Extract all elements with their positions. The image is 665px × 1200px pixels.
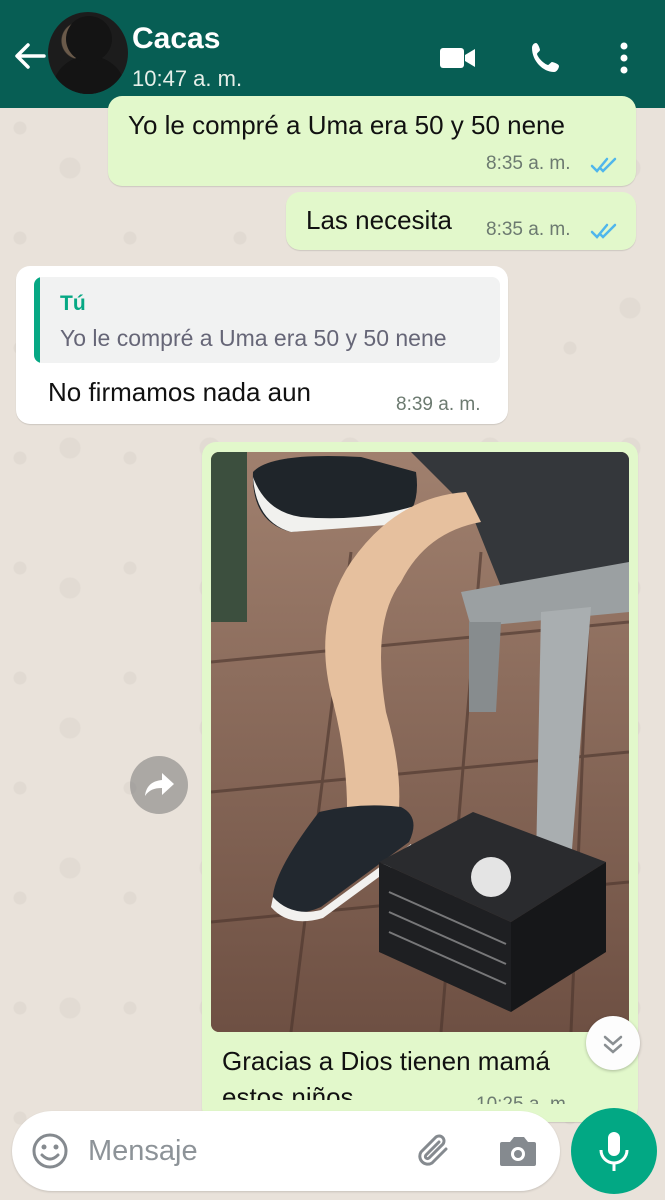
video-call-icon[interactable]	[438, 38, 478, 78]
contact-name[interactable]: Cacas	[132, 22, 220, 56]
quote-text: Yo le compré a Uma era 50 y 50 nene	[60, 325, 447, 351]
message-time: 10:25 a. m.	[476, 1094, 571, 1104]
attach-clip-icon[interactable]	[412, 1129, 456, 1173]
more-options-icon[interactable]	[604, 38, 644, 78]
message-text: Las necesita	[306, 205, 452, 235]
message-text: Yo le compré a Uma era 50 y 50 nene	[128, 110, 565, 140]
quote-author: Tú	[60, 292, 86, 315]
message-input[interactable]	[88, 1129, 388, 1173]
back-arrow-icon[interactable]	[10, 36, 50, 76]
phone-call-icon[interactable]	[526, 38, 566, 78]
message-photo[interactable]	[211, 452, 629, 1032]
message-time: 8:35 a. m.	[486, 219, 571, 240]
last-seen-status: 10:47 a. m.	[132, 66, 243, 91]
message-time: 8:35 a. m.	[486, 153, 571, 174]
quote-accent-bar	[34, 277, 40, 363]
image-caption-line2: estos niños	[222, 1082, 354, 1100]
image-caption-line1: Gracias a Dios tienen mamá	[222, 1046, 551, 1076]
message-text: No firmamos nada aun	[48, 377, 312, 407]
contact-avatar[interactable]	[48, 12, 128, 94]
outgoing-message[interactable]: Yo le compré a Uma era 50 y 50 nene 8:35…	[108, 96, 636, 186]
message-time: 8:39 a. m.	[396, 394, 481, 415]
scroll-down-icon[interactable]	[586, 1016, 640, 1070]
camera-icon[interactable]	[496, 1131, 540, 1171]
microphone-icon[interactable]	[571, 1108, 657, 1194]
read-receipt-icon	[590, 157, 617, 173]
forward-icon[interactable]	[130, 756, 188, 814]
chat-header: Cacas 10:47 a. m.	[0, 0, 665, 108]
read-receipt-icon	[590, 223, 617, 239]
emoji-icon[interactable]	[30, 1131, 70, 1171]
message-composer	[12, 1111, 560, 1191]
outgoing-message[interactable]: Las necesita 8:35 a. m.	[286, 192, 636, 250]
quoted-message[interactable]: Tú Yo le compré a Uma era 50 y 50 nene	[34, 277, 500, 363]
